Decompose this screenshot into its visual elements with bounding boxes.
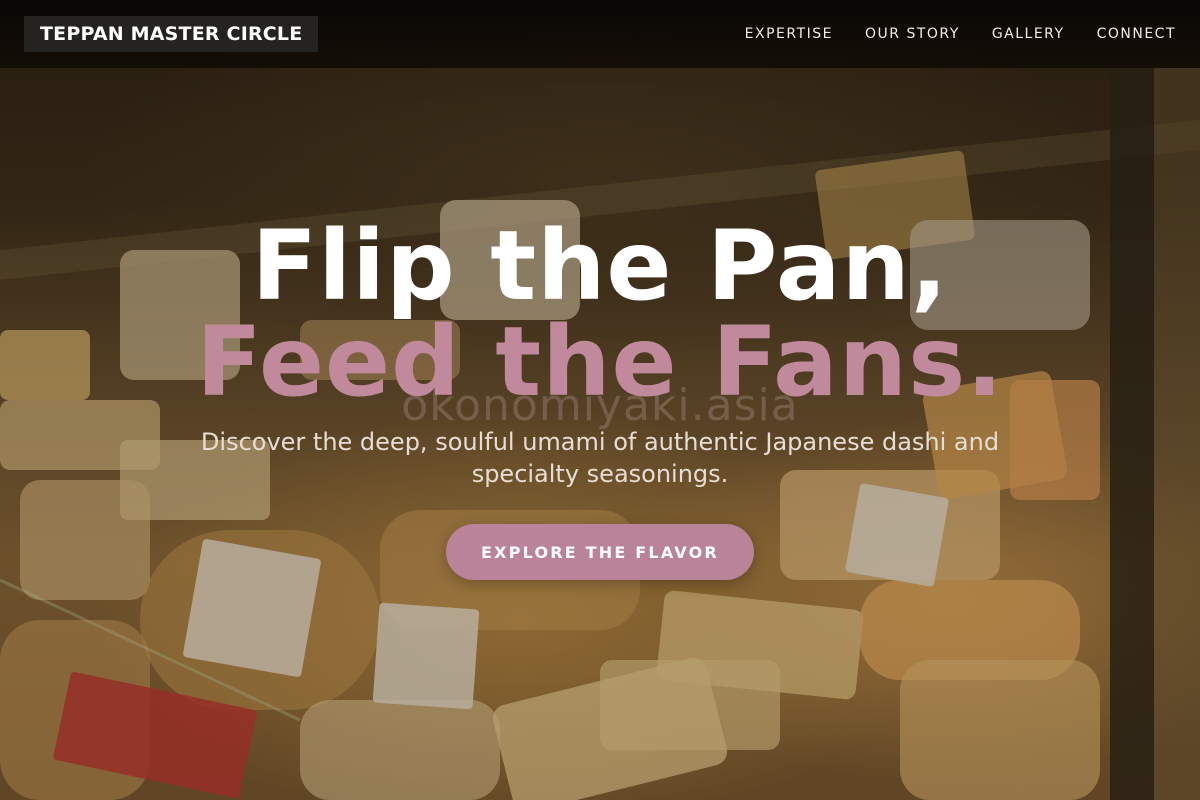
headline-line-2: Feed the Fans. (196, 306, 1004, 418)
nav-link-our-story[interactable]: OUR STORY (865, 26, 960, 42)
headline-line-1: Flip the Pan, (251, 210, 949, 322)
hero-subtitle: Discover the deep, soulful umami of auth… (200, 428, 1000, 488)
landing-page: TEPPAN MASTER CIRCLE EXPERTISE OUR STORY… (0, 0, 1200, 800)
explore-flavor-button[interactable]: EXPLORE THE FLAVOR (446, 524, 754, 580)
brand-logo[interactable]: TEPPAN MASTER CIRCLE (24, 16, 319, 52)
hero-headline: Flip the Pan, Feed the Fans. (0, 218, 1200, 410)
nav-links: EXPERTISE OUR STORY GALLERY CONNECT (745, 0, 1176, 68)
navbar: TEPPAN MASTER CIRCLE EXPERTISE OUR STORY… (0, 0, 1200, 68)
nav-link-connect[interactable]: CONNECT (1097, 26, 1176, 42)
nav-link-gallery[interactable]: GALLERY (992, 26, 1065, 42)
nav-link-expertise[interactable]: EXPERTISE (745, 26, 833, 42)
